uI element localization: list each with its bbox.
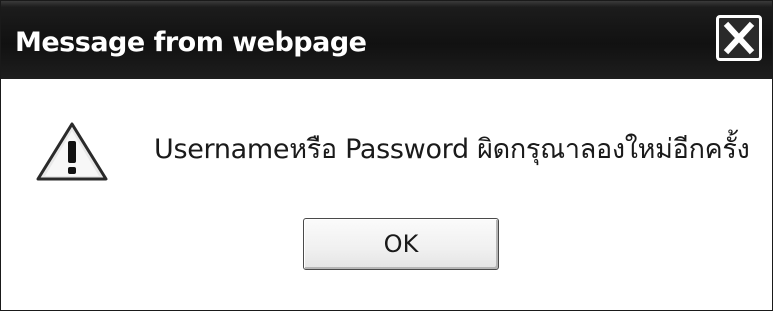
dialog-message: Usernameหรือ Password ผิดกรุณาลองใหม่อีก…	[154, 134, 750, 165]
close-button[interactable]	[716, 15, 762, 61]
ok-button[interactable]: OK	[303, 218, 499, 270]
dialog-titlebar[interactable]: Message from webpage	[1, 1, 772, 79]
close-icon	[723, 21, 755, 55]
warning-icon	[36, 122, 108, 181]
dialog-body: Usernameหรือ Password ผิดกรุณาลองใหม่อีก…	[1, 79, 772, 310]
dialog-title: Message from webpage	[15, 27, 367, 58]
message-dialog: Message from webpage Usernameหรือ Passwo…	[0, 0, 773, 311]
